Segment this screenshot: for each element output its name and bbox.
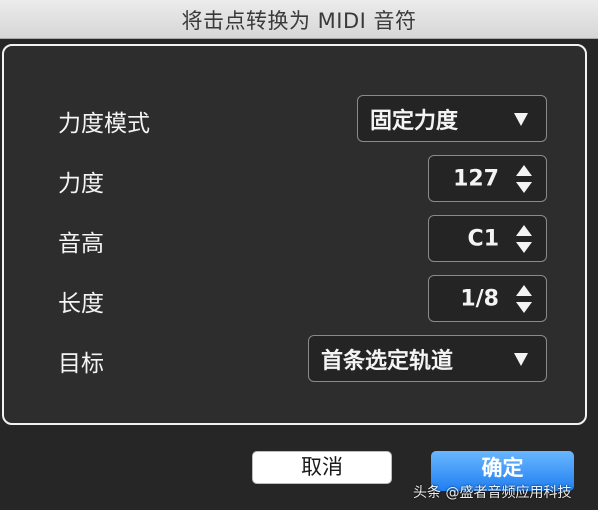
pitch-value: C1 xyxy=(467,226,499,251)
stepper-down-icon[interactable] xyxy=(516,241,532,253)
stepper-up-icon[interactable] xyxy=(516,164,532,176)
stepper-down-icon[interactable] xyxy=(516,301,532,313)
stepper-icon[interactable] xyxy=(516,284,532,313)
velocity-label: 力度 xyxy=(58,171,104,197)
stepper-icon[interactable] xyxy=(516,224,532,253)
pitch-label: 音高 xyxy=(58,231,104,257)
velocity-value: 127 xyxy=(453,166,499,191)
length-stepper[interactable]: 1/8 xyxy=(428,275,547,322)
target-label: 目标 xyxy=(58,351,104,377)
velocity-mode-select[interactable]: 固定力度 xyxy=(357,95,547,142)
title-bar: 将击点转换为 MIDI 音符 xyxy=(0,0,598,39)
length-label: 长度 xyxy=(58,291,104,317)
velocity-stepper[interactable]: 127 xyxy=(428,155,547,202)
window-title: 将击点转换为 MIDI 音符 xyxy=(181,9,417,33)
target-value: 首条选定轨道 xyxy=(321,348,454,374)
velocity-mode-label: 力度模式 xyxy=(58,111,150,137)
pitch-stepper[interactable]: C1 xyxy=(428,215,547,262)
stepper-up-icon[interactable] xyxy=(516,284,532,296)
watermark: 头条 @盛者音频应用科技 xyxy=(413,485,572,501)
chevron-down-icon xyxy=(514,352,528,366)
chevron-down-icon xyxy=(514,112,528,126)
settings-panel: 力度模式 固定力度 力度 127 音高 C1 长度 1/8 目标 首条选定轨道 xyxy=(2,44,587,425)
cancel-button[interactable]: 取消 xyxy=(252,451,392,484)
stepper-down-icon[interactable] xyxy=(516,181,532,193)
stepper-icon[interactable] xyxy=(516,164,532,193)
length-value: 1/8 xyxy=(460,286,499,311)
velocity-mode-value: 固定力度 xyxy=(370,108,459,134)
target-select[interactable]: 首条选定轨道 xyxy=(308,335,547,382)
stepper-up-icon[interactable] xyxy=(516,224,532,236)
